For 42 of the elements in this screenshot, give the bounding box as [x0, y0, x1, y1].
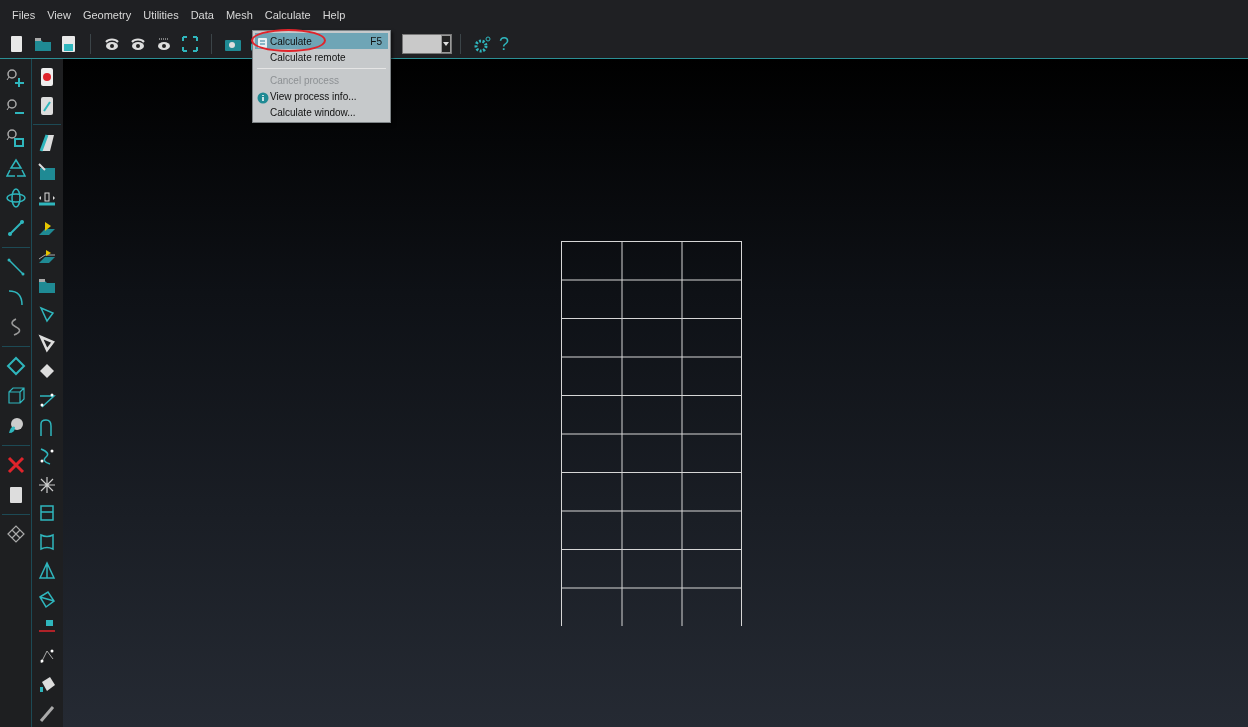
delete-icon[interactable] — [5, 455, 26, 475]
grid-tile-icon[interactable] — [5, 524, 26, 544]
triangle-icon[interactable] — [37, 304, 57, 325]
help-button[interactable]: ? — [495, 30, 513, 58]
menu-item[interactable]: Data — [184, 6, 220, 24]
info-icon — [257, 92, 269, 105]
volume-icon[interactable] — [37, 588, 57, 609]
box-icon[interactable] — [37, 161, 57, 182]
menu-option[interactable]: View process info... — [255, 88, 388, 104]
menu-option[interactable]: Calculate window... — [255, 104, 388, 120]
star-node-icon[interactable] — [37, 474, 57, 495]
zoom-in-icon[interactable] — [5, 68, 26, 88]
zoom-box-icon[interactable] — [5, 128, 26, 148]
menu-item[interactable]: View — [41, 6, 77, 24]
save-icon[interactable] — [60, 35, 78, 53]
zoom-extents-icon[interactable] — [181, 35, 199, 53]
menu-option[interactable]: Calculate F5 — [255, 33, 388, 49]
calculator-icon — [257, 37, 269, 50]
eye-icon[interactable] — [155, 35, 173, 53]
diamond-icon[interactable] — [5, 356, 26, 376]
folder-icon[interactable] — [34, 35, 52, 53]
surface-icon[interactable] — [37, 503, 57, 524]
recycle-icon[interactable] — [5, 158, 26, 178]
triangle-icon[interactable] — [37, 332, 57, 353]
menu-option[interactable]: Calculate remote — [255, 49, 388, 65]
volume-icon[interactable] — [37, 560, 57, 581]
shortcut-label: F5 — [370, 34, 382, 49]
menu-item[interactable]: Help — [316, 6, 352, 24]
combo-box[interactable] — [402, 34, 452, 54]
line-icon[interactable] — [5, 257, 26, 277]
menu-item[interactable]: Geometry — [76, 6, 138, 24]
menu-item[interactable]: Files — [6, 6, 42, 24]
menu-item[interactable]: Mesh — [219, 6, 259, 24]
menu-item[interactable]: Utilities — [137, 6, 185, 24]
sheet-icon[interactable] — [37, 133, 57, 154]
gear-icon[interactable] — [473, 35, 491, 53]
rotate-icon[interactable] — [5, 188, 26, 208]
menu-item[interactable]: Calculate — [258, 6, 317, 24]
surface-icon[interactable] — [37, 531, 57, 552]
caret-icon — [443, 42, 449, 46]
cube-icon[interactable] — [5, 386, 26, 406]
pan-icon[interactable] — [5, 218, 26, 238]
